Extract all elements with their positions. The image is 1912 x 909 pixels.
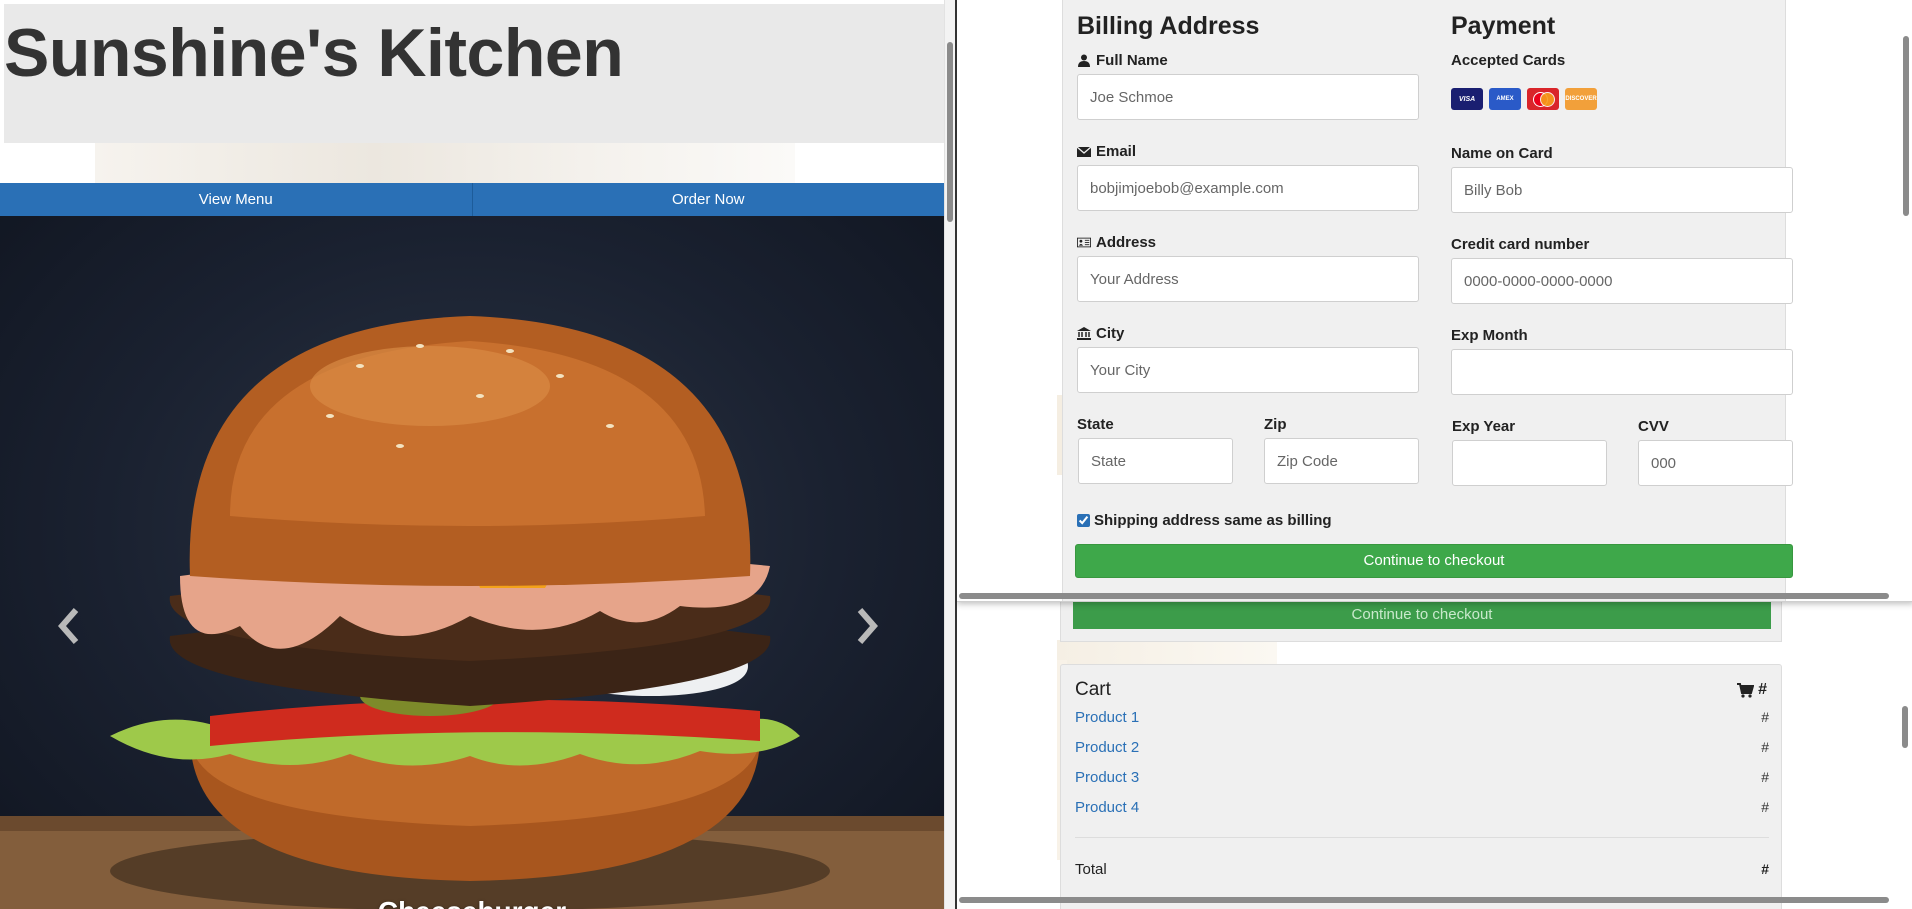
cart-total-value: # <box>1761 861 1769 877</box>
carousel-next-button[interactable] <box>848 596 888 656</box>
full-name-input[interactable] <box>1077 74 1419 120</box>
cheeseburger-photo <box>0 316 944 909</box>
carousel-prev-button[interactable] <box>48 596 88 656</box>
exp-month-label: Exp Month <box>1451 327 1528 344</box>
zip-input[interactable] <box>1264 438 1419 484</box>
cart-item-link[interactable]: Product 4 <box>1075 799 1139 816</box>
image-carousel: Cheeseburger <box>0 216 944 909</box>
site-header: Sunshine's Kitchen <box>4 4 944 143</box>
right-window-scrollbar[interactable] <box>1901 600 1910 900</box>
cart-item-link[interactable]: Product 1 <box>1075 709 1139 726</box>
cart-total-label: Total <box>1075 861 1107 878</box>
mastercard-icon <box>1527 88 1559 110</box>
email-input[interactable] <box>1077 165 1419 211</box>
full-name-label: Full Name <box>1077 52 1168 69</box>
exp-month-input[interactable] <box>1451 349 1793 395</box>
state-input[interactable] <box>1078 438 1233 484</box>
name-on-card-label: Name on Card <box>1451 145 1553 162</box>
address-label: Address <box>1077 234 1156 251</box>
city-input[interactable] <box>1077 347 1419 393</box>
accepted-cards-label: Accepted Cards <box>1451 52 1566 69</box>
continue-checkout-button[interactable]: Continue to checkout <box>1075 544 1793 578</box>
same-address-checkbox[interactable] <box>1077 514 1090 527</box>
exp-year-input[interactable] <box>1452 440 1607 486</box>
address-input[interactable] <box>1077 256 1419 302</box>
main-nav: View Menu Order Now <box>0 183 944 216</box>
chevron-left-icon <box>58 608 79 644</box>
left-window-scrollbar[interactable] <box>944 0 955 909</box>
state-label: State <box>1077 416 1114 433</box>
carousel-caption: Cheeseburger <box>0 896 944 909</box>
cvv-label: CVV <box>1638 418 1669 435</box>
order-now-button[interactable]: Order Now <box>471 183 945 216</box>
amex-card-icon: AMEX <box>1489 88 1521 110</box>
site-title: Sunshine's Kitchen <box>4 15 624 91</box>
cvv-input[interactable] <box>1638 440 1793 486</box>
same-address-checkbox-row[interactable]: Shipping address same as billing <box>1077 512 1332 529</box>
checkout-window: Continue to checkout Cart # Product 1 # … <box>955 0 1912 909</box>
view-menu-button[interactable]: View Menu <box>0 183 472 216</box>
card-number-label: Credit card number <box>1451 236 1590 253</box>
cart-count-value: # <box>1758 681 1767 698</box>
visa-card-icon: VISA <box>1451 88 1483 110</box>
checkout-form: Billing Address Full Name Email Address … <box>1062 0 1793 601</box>
exp-year-label: Exp Year <box>1452 418 1516 435</box>
cart-item-price: # <box>1761 739 1769 755</box>
chevron-right-icon <box>857 608 878 644</box>
cart-item-link[interactable]: Product 2 <box>1075 739 1139 756</box>
cart-item: Product 1 # <box>1075 709 1769 729</box>
popup-vertical-scrollbar[interactable] <box>1901 0 1911 590</box>
cart-item-price: # <box>1761 709 1769 725</box>
cart-divider <box>1075 837 1769 838</box>
envelope-icon <box>1077 146 1091 157</box>
billing-popup: Billing Address Full Name Email Address … <box>957 0 1912 602</box>
address-card-icon <box>1077 237 1091 248</box>
discover-card-icon: DISCOVER <box>1565 88 1597 110</box>
cart-title: Cart <box>1075 679 1111 700</box>
popup-horizontal-scrollbar[interactable] <box>959 592 1889 600</box>
back-checkout-panel: Continue to checkout <box>1060 596 1782 642</box>
same-address-label: Shipping address same as billing <box>1094 512 1332 529</box>
cart-item-price: # <box>1761 799 1769 815</box>
cart-item: Product 3 # <box>1075 769 1769 789</box>
back-continue-checkout-button[interactable]: Continue to checkout <box>1073 601 1771 629</box>
name-on-card-input[interactable] <box>1451 167 1793 213</box>
payment-title: Payment <box>1451 12 1556 40</box>
cart-item: Product 4 # <box>1075 799 1769 819</box>
cart-count: # <box>1737 681 1767 699</box>
header-background-image <box>0 143 944 183</box>
shopping-cart-icon <box>1737 682 1755 698</box>
right-window-horizontal-scrollbar[interactable] <box>959 896 1889 904</box>
cart-item-link[interactable]: Product 3 <box>1075 769 1139 786</box>
cart-total: Total # <box>1075 861 1769 878</box>
cart-panel: Cart # Product 1 # Product 2 # Product 3… <box>1060 664 1782 909</box>
restaurant-homepage-window: Sunshine's Kitchen View Menu Order Now <box>0 0 955 909</box>
email-label: Email <box>1077 143 1136 160</box>
cart-item-price: # <box>1761 769 1769 785</box>
city-label: City <box>1077 325 1124 342</box>
card-number-input[interactable] <box>1451 258 1793 304</box>
user-icon <box>1078 54 1090 67</box>
zip-label: Zip <box>1264 416 1287 433</box>
institution-icon <box>1077 327 1091 340</box>
cart-item: Product 2 # <box>1075 739 1769 759</box>
billing-title: Billing Address <box>1077 12 1260 40</box>
accepted-cards: VISA AMEX DISCOVER <box>1451 88 1597 110</box>
